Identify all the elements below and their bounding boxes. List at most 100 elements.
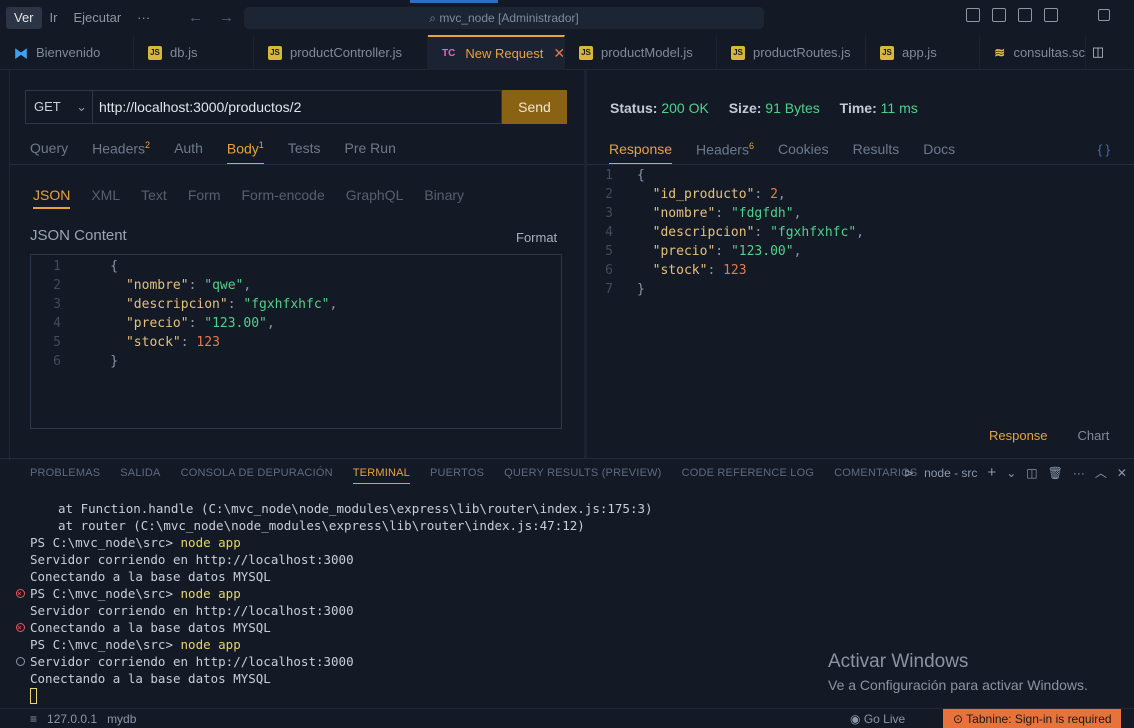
resp-tab-results[interactable]: Results bbox=[853, 141, 900, 165]
terminal-text: Servidor corriendo en http://localhost:3… bbox=[30, 552, 354, 567]
tab-label: db.js bbox=[170, 45, 198, 60]
toggle-secondary-sidebar-icon[interactable] bbox=[1018, 8, 1032, 22]
error-decoration-icon[interactable] bbox=[16, 585, 25, 602]
toggle-panel-icon[interactable] bbox=[992, 8, 1006, 22]
code-token: , bbox=[329, 297, 338, 312]
tab-pre-run[interactable]: Pre Run bbox=[345, 140, 396, 165]
json-body-editor[interactable]: 1 {2 "nombre": "qwe", 3 "descripcion": "f… bbox=[30, 254, 562, 429]
chevron-down-icon[interactable]: ⌄ bbox=[1006, 466, 1016, 480]
tab-consultas[interactable]: ≋ consultas.sc bbox=[980, 35, 1086, 70]
tab-label: productController.js bbox=[290, 45, 402, 60]
terminal-text: Servidor corriendo en http://localhost:3… bbox=[30, 654, 354, 669]
activity-strip bbox=[0, 70, 10, 460]
back-arrow-icon[interactable]: ← bbox=[188, 9, 203, 26]
terminal-line: PS C:\mvc_node\src> node app bbox=[0, 585, 1134, 602]
tab-db-js[interactable]: JS db.js bbox=[134, 35, 254, 70]
db-name[interactable]: mydb bbox=[107, 712, 136, 726]
add-terminal-icon[interactable]: + bbox=[987, 464, 996, 481]
tab-productmodel-js[interactable]: JS productModel.js bbox=[565, 35, 717, 70]
body-tab-graphql[interactable]: GraphQL bbox=[346, 187, 404, 209]
line-number: 6 bbox=[53, 354, 61, 369]
split-terminal-icon[interactable]: ◫ bbox=[1026, 466, 1037, 480]
db-host[interactable]: 127.0.0.1 bbox=[47, 712, 97, 726]
split-editor-icon[interactable]: ◫ bbox=[1086, 35, 1110, 69]
body-tab-xml[interactable]: XML bbox=[91, 187, 120, 209]
resp-tab-cookies[interactable]: Cookies bbox=[778, 141, 829, 165]
terminal-text: at Function.handle (C:\mvc_node\node_mod… bbox=[58, 501, 653, 516]
tab-code-reference-log[interactable]: CODE REFERENCE LOG bbox=[682, 467, 815, 484]
close-icon[interactable]: ✕ bbox=[1117, 466, 1127, 480]
terminal-line: at Function.handle (C:\mvc_node\node_mod… bbox=[0, 500, 1134, 517]
tab-new-request[interactable]: TC New Request ✕ bbox=[428, 35, 565, 70]
method-select[interactable]: GET ⌄ bbox=[25, 90, 93, 124]
code-token: : bbox=[707, 263, 724, 278]
tab-auth[interactable]: Auth bbox=[174, 140, 203, 165]
tab-productcontroller-js[interactable]: JS productController.js bbox=[254, 35, 428, 70]
menu-more[interactable]: ··· bbox=[129, 7, 158, 29]
error-decoration-icon[interactable] bbox=[16, 619, 25, 636]
tab-problemas[interactable]: PROBLEMAS bbox=[30, 467, 100, 484]
code-line: 1 { bbox=[31, 257, 561, 276]
code-line: 3 "nombre": "fdgfdh", bbox=[587, 204, 864, 223]
line-number: 2 bbox=[605, 187, 613, 202]
tab-query[interactable]: Query bbox=[30, 140, 68, 165]
tab-headers[interactable]: Headers2 bbox=[92, 140, 150, 165]
forward-arrow-icon[interactable]: → bbox=[219, 9, 234, 26]
database-icon: ≋ bbox=[994, 44, 1006, 60]
line-number: 1 bbox=[605, 168, 613, 183]
terminal-text: PS C:\mvc_node\src> bbox=[30, 586, 181, 601]
menu-ver[interactable]: Ver bbox=[6, 6, 42, 29]
terminal-command: node app bbox=[180, 586, 241, 601]
tabnine-status[interactable]: ⊙ Tabnine: Sign-in is required bbox=[943, 709, 1121, 728]
body-tab-binary[interactable]: Binary bbox=[424, 187, 464, 209]
menu-ejecutar[interactable]: Ejecutar bbox=[65, 7, 129, 29]
body-tab-form[interactable]: Form bbox=[188, 187, 221, 209]
tab-label: Cookies bbox=[777, 141, 829, 157]
send-button[interactable]: Send bbox=[502, 90, 567, 124]
view-chart-button[interactable]: Chart bbox=[1078, 428, 1110, 443]
tab-puertos[interactable]: PUERTOS bbox=[430, 467, 484, 484]
trash-icon[interactable]: 🗑 bbox=[1048, 466, 1063, 480]
restore-window-icon[interactable] bbox=[1098, 9, 1110, 21]
maximize-panel-icon[interactable]: ︿ bbox=[1095, 464, 1107, 481]
status-bar: ≡ 127.0.0.1 mydb ◉ Go Live ⊙ Tabnine: Si… bbox=[0, 708, 1134, 728]
resp-tab-response[interactable]: Response bbox=[609, 141, 673, 165]
tab-app-js[interactable]: JS app.js bbox=[866, 35, 980, 70]
body-tab-text[interactable]: Text bbox=[141, 187, 167, 209]
terminal-actions: ⊳ node - src + ⌄ ◫ 🗑 ··· ︿ ✕ bbox=[904, 464, 1127, 481]
terminal-name[interactable]: node - src bbox=[924, 466, 977, 480]
body-tab-form-encode[interactable]: Form-encode bbox=[242, 187, 325, 209]
code-line: 4 "descripcion": "fgxhfxhfc", bbox=[587, 223, 864, 242]
tab-productroutes-js[interactable]: JS productRoutes.js bbox=[717, 35, 866, 70]
url-input[interactable]: http://localhost:3000/productos/2 bbox=[92, 90, 502, 124]
response-body: 1{2 "id_producto": 2, 3 "nombre": "fdgfdh… bbox=[587, 166, 864, 299]
tab-tests[interactable]: Tests bbox=[288, 140, 321, 165]
panel-border bbox=[0, 458, 1134, 459]
braces-icon[interactable]: { } bbox=[1098, 142, 1110, 157]
more-icon[interactable]: ··· bbox=[1073, 466, 1085, 480]
tab-salida[interactable]: SALIDA bbox=[120, 467, 160, 484]
toggle-sidebar-icon[interactable] bbox=[966, 8, 980, 22]
activation-watermark-subtitle: Ve a Configuración para activar Windows. bbox=[828, 677, 1088, 693]
tab-bienvenido[interactable]: ⧓ Bienvenido bbox=[0, 35, 134, 70]
tab-terminal[interactable]: TERMINAL bbox=[352, 467, 410, 484]
format-button[interactable]: Format bbox=[516, 230, 557, 245]
line-number: 1 bbox=[53, 259, 61, 274]
go-live-button[interactable]: ◉ Go Live bbox=[850, 712, 905, 726]
code-token: "descripcion" bbox=[125, 297, 228, 312]
command-decoration-icon[interactable] bbox=[16, 657, 25, 666]
command-center-search[interactable]: ⌕ mvc_node [Administrador] bbox=[244, 7, 764, 29]
resp-tab-docs[interactable]: Docs bbox=[923, 141, 955, 165]
close-icon[interactable]: ✕ bbox=[553, 45, 565, 62]
tab-body[interactable]: Body1 bbox=[226, 140, 264, 165]
menu-ir[interactable]: Ir bbox=[42, 7, 66, 29]
customize-layout-icon[interactable] bbox=[1044, 8, 1058, 22]
body-tab-json[interactable]: JSON bbox=[33, 187, 71, 209]
response-view-tabs: Response Chart bbox=[989, 428, 1109, 443]
tab-consola-depuracion[interactable]: CONSOLA DE DEPURACIÓN bbox=[181, 467, 333, 484]
view-response-button[interactable]: Response bbox=[989, 428, 1048, 443]
resp-tab-headers[interactable]: Headers6 bbox=[696, 141, 754, 165]
tab-query-results[interactable]: QUERY RESULTS (PREVIEW) bbox=[504, 467, 661, 484]
terminal-line: Servidor corriendo en http://localhost:3… bbox=[0, 551, 1134, 568]
